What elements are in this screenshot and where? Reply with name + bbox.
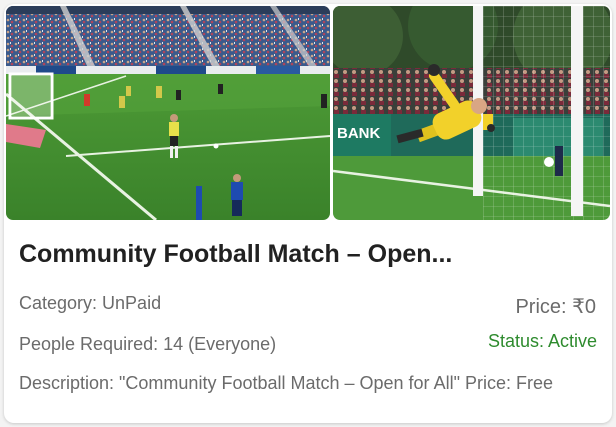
price-label: Price: ₹0: [515, 296, 596, 318]
category-label: Category: UnPaid: [19, 293, 162, 313]
ad-board-text-icon: BANK: [337, 125, 380, 142]
event-card[interactable]: BANK Community Football Match – Open... …: [4, 4, 612, 423]
description-label: Description: "Community Football Match –…: [19, 373, 553, 393]
goalkeeper-dive-photo[interactable]: BANK: [333, 6, 610, 220]
stadium-match-illustration: [6, 6, 330, 220]
image-gallery: BANK: [6, 6, 610, 220]
status-label: Status: Active: [487, 331, 597, 351]
goalkeeper-dive-illustration: BANK: [333, 6, 610, 220]
event-title[interactable]: Community Football Match – Open...: [19, 240, 594, 269]
stadium-match-photo[interactable]: [6, 6, 330, 220]
people-required-label: People Required: 14 (Everyone): [19, 334, 277, 354]
